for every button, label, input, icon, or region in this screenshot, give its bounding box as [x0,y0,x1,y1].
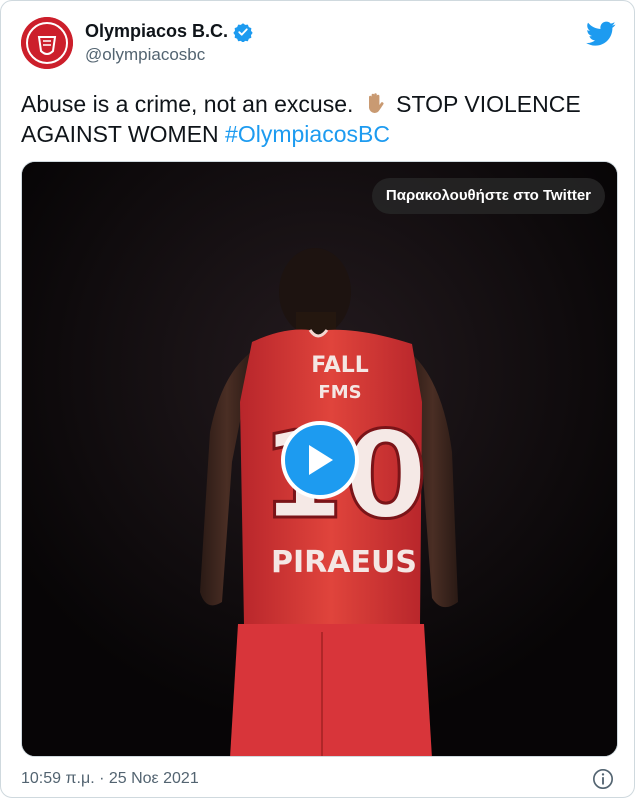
olympiacos-logo-icon [21,17,73,69]
tweet-footer: 10:59 π.μ. · 25 Νοε 2021 [21,767,614,791]
tweet-text-part1: Abuse is a crime, not an excuse. [21,91,354,117]
info-icon[interactable] [592,768,614,790]
hashtag-link[interactable]: #OlympiacosBC [225,121,390,147]
tweet-header: Olympiacos B.C. @olympiacosbc [21,17,618,73]
avatar[interactable] [21,17,73,69]
display-name[interactable]: Olympiacos B.C. [85,21,228,42]
jersey-team-text: PIRAEUS [271,545,417,580]
play-button[interactable] [281,421,359,499]
jersey-sponsor: FMS [318,382,361,403]
author-handle[interactable]: @olympiacosbc [85,45,253,65]
video-player[interactable]: FALL FMS 10 PIRAEUS Παρακολουθήστε στο T… [21,161,618,757]
tweet-text: Abuse is a crime, not an excuse. STOP VI… [21,89,601,149]
jersey-name: FALL [311,353,369,378]
tweet-card[interactable]: Olympiacos B.C. @olympiacosbc Abuse is a… [0,0,635,798]
raised-hand-icon [368,93,384,113]
verified-badge-icon [233,22,253,42]
watch-on-twitter-button[interactable]: Παρακολουθήστε στο Twitter [371,178,605,214]
author-info[interactable]: Olympiacos B.C. @olympiacosbc [85,21,253,65]
play-icon [309,445,333,475]
tweet-timestamp[interactable]: 10:59 π.μ. · 25 Νοε 2021 [21,770,199,788]
twitter-bird-icon[interactable] [586,21,616,47]
